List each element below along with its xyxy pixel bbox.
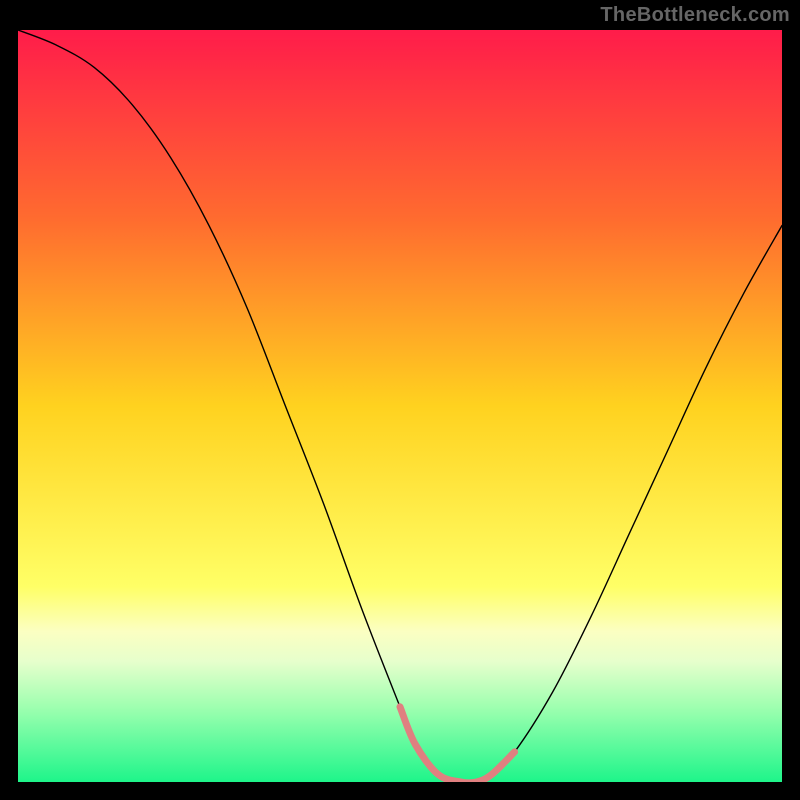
chart-plot — [18, 30, 782, 782]
chart-background — [18, 30, 782, 782]
chart-svg — [18, 30, 782, 782]
watermark-text: TheBottleneck.com — [600, 4, 790, 27]
chart-stage: TheBottleneck.com — [0, 0, 800, 800]
